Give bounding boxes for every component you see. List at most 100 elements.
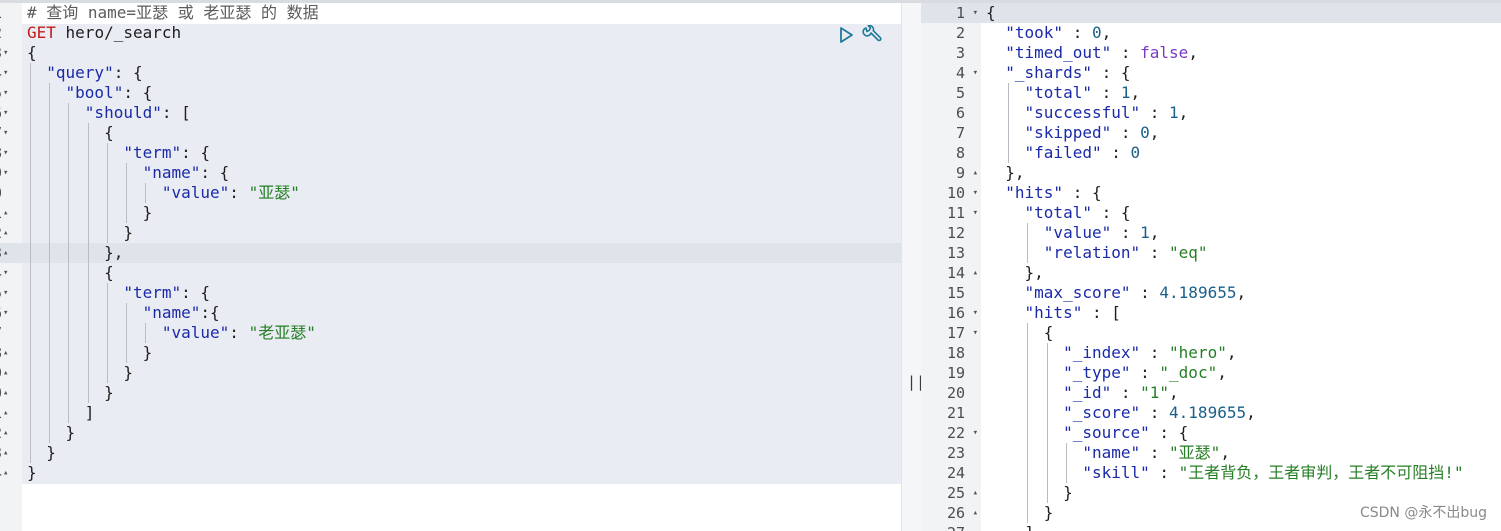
response-line-number-text: 26 bbox=[946, 504, 965, 522]
response-line-number: 6 bbox=[921, 103, 981, 123]
code-token: : [ bbox=[1082, 303, 1121, 322]
request-line-number-text: 0 bbox=[0, 184, 2, 202]
fold-collapse-icon[interactable]: ▾ bbox=[973, 183, 978, 203]
request-code-line[interactable]: # 查询 name=亚瑟 或 老亚瑟 的 数据 bbox=[22, 3, 901, 23]
code-token: "relation" bbox=[1043, 243, 1141, 262]
request-line-number: 0▴ bbox=[0, 383, 22, 403]
request-code-line[interactable]: } bbox=[22, 443, 901, 463]
response-viewer[interactable]: 1 ▾ 2 3 4 ▾ 5 6 7 8 9 ▴ 10 ▾ 11 ▾ 12 13 14 ▴ 15 16 ▾ 17 ▾ 18 19 20 2… bbox=[921, 3, 1501, 531]
code-token: : bbox=[1140, 343, 1170, 362]
indent-guide bbox=[30, 63, 31, 463]
code-token: : { bbox=[200, 163, 230, 182]
response-code-line: "timed_out" : false, bbox=[981, 43, 1501, 63]
code-token: "name" bbox=[142, 303, 201, 322]
request-line-number: 5▾ bbox=[0, 83, 22, 103]
code-token: : bbox=[229, 323, 249, 342]
request-code-line[interactable]: { bbox=[22, 43, 901, 63]
fold-collapse-icon[interactable]: ▾ bbox=[973, 323, 978, 343]
fold-collapse-icon[interactable]: ▾ bbox=[973, 303, 978, 323]
response-code-line: ] bbox=[981, 523, 1501, 531]
request-code-line[interactable]: "name": { bbox=[22, 163, 901, 183]
fold-expand-icon[interactable]: ▴ bbox=[973, 163, 978, 183]
fold-collapse-icon[interactable]: ▾ bbox=[973, 3, 978, 23]
response-line-number-text: 6 bbox=[955, 104, 965, 122]
fold-collapse-icon[interactable]: ▾ bbox=[973, 63, 978, 83]
request-code-line[interactable]: "bool": { bbox=[22, 83, 901, 103]
request-code-line[interactable]: } bbox=[22, 223, 901, 243]
pane-splitter[interactable]: || bbox=[901, 3, 925, 531]
code-token: , bbox=[1188, 43, 1198, 62]
request-line-number: 2▴ bbox=[0, 223, 22, 243]
request-gutter: 123▾4▾5▾6▾7▾8▾9▾01▴2▴3▴4▾5▾6▾78▴9▴0▴1▴2▴… bbox=[0, 3, 22, 531]
fold-expand-icon[interactable]: ▴ bbox=[973, 503, 978, 523]
indent-guide bbox=[49, 83, 51, 443]
request-code-line[interactable]: GET hero/_search bbox=[22, 23, 901, 43]
response-code-line: "relation" : "eq" bbox=[981, 243, 1501, 263]
request-line-number-text: 2 bbox=[0, 424, 2, 442]
fold-collapse-icon[interactable]: ▾ bbox=[973, 423, 978, 443]
code-token: "老亚瑟" bbox=[248, 323, 316, 342]
request-editor[interactable]: 123▾4▾5▾6▾7▾8▾9▾01▴2▴3▴4▾5▾6▾78▴9▴0▴1▴2▴… bbox=[0, 3, 901, 531]
request-code-line[interactable]: } bbox=[22, 463, 901, 483]
response-code-line: "total" : 1, bbox=[981, 83, 1501, 103]
request-code-line[interactable]: ] bbox=[22, 403, 901, 423]
response-code-line: } bbox=[981, 483, 1501, 503]
request-code-line[interactable]: "term": { bbox=[22, 143, 901, 163]
request-line-number-text: 2 bbox=[0, 224, 2, 242]
fold-expand-icon[interactable]: ▴ bbox=[973, 263, 978, 283]
code-token: "query" bbox=[46, 63, 114, 82]
code-token: : { bbox=[1091, 203, 1131, 222]
response-code-line: "successful" : 1, bbox=[981, 103, 1501, 123]
code-token: , bbox=[1149, 123, 1160, 142]
response-line-number-text: 16 bbox=[946, 304, 965, 322]
request-line-number: 1 bbox=[0, 3, 22, 23]
request-code-line[interactable]: { bbox=[22, 123, 901, 143]
request-code-line[interactable]: } bbox=[22, 343, 901, 363]
request-code-line[interactable]: "value": "老亚瑟" bbox=[22, 323, 901, 343]
request-line-number: 0 bbox=[0, 183, 22, 203]
response-line-number-text: 22 bbox=[946, 424, 965, 442]
code-token: : bbox=[1091, 83, 1121, 102]
request-code-line[interactable]: "value": "亚瑟" bbox=[22, 183, 901, 203]
fold-collapse-icon[interactable]: ▾ bbox=[973, 203, 978, 223]
request-code[interactable]: # 查询 name=亚瑟 或 老亚瑟 的 数据 GET hero/_search{… bbox=[22, 3, 901, 531]
response-line-number: 10 ▾ bbox=[921, 183, 981, 203]
request-code-line[interactable]: "term": { bbox=[22, 283, 901, 303]
response-line-number: 19 bbox=[921, 363, 981, 383]
response-gutter: 1 ▾ 2 3 4 ▾ 5 6 7 8 9 ▴ 10 ▾ 11 ▾ 12 13 14 ▴ 15 16 ▾ 17 ▾ 18 19 20 2… bbox=[921, 3, 981, 531]
request-code-line[interactable]: } bbox=[22, 203, 901, 223]
code-token: hero/_search bbox=[55, 23, 182, 42]
watermark: CSDN @永不出bug bbox=[1359, 505, 1487, 521]
response-line-number-text: 25 bbox=[946, 484, 965, 502]
request-line-number: 4▾ bbox=[0, 263, 22, 283]
code-token: "_shards" bbox=[1005, 63, 1092, 82]
indent-guide bbox=[126, 303, 127, 363]
request-code-line[interactable]: }, bbox=[22, 243, 901, 263]
code-token: , bbox=[1130, 83, 1141, 102]
request-code-line[interactable]: { bbox=[22, 263, 901, 283]
request-line-number: 8▴ bbox=[0, 343, 22, 363]
response-line-number: 9 ▴ bbox=[921, 163, 981, 183]
request-code-line[interactable]: } bbox=[22, 423, 901, 443]
request-code-line[interactable]: "should": [ bbox=[22, 103, 901, 123]
request-code-line[interactable]: "name":{ bbox=[22, 303, 901, 323]
request-line-number-text: 8 bbox=[0, 144, 2, 162]
code-token: "should" bbox=[84, 103, 162, 122]
fold-expand-icon[interactable]: ▴ bbox=[973, 483, 978, 503]
request-code-line[interactable]: } bbox=[22, 363, 901, 383]
request-line-number: 6▾ bbox=[0, 103, 22, 123]
request-line-number: 3▾ bbox=[0, 43, 22, 63]
code-token: , bbox=[1169, 383, 1179, 402]
request-code-line[interactable]: } bbox=[22, 383, 901, 403]
request-code-line[interactable]: "query": { bbox=[22, 63, 901, 83]
code-token: { bbox=[27, 263, 114, 282]
wrench-icon[interactable] bbox=[861, 24, 883, 45]
request-line-number-text: 9 bbox=[0, 364, 2, 382]
response-line-number-text: 9 bbox=[955, 164, 965, 182]
play-icon[interactable] bbox=[837, 25, 855, 45]
